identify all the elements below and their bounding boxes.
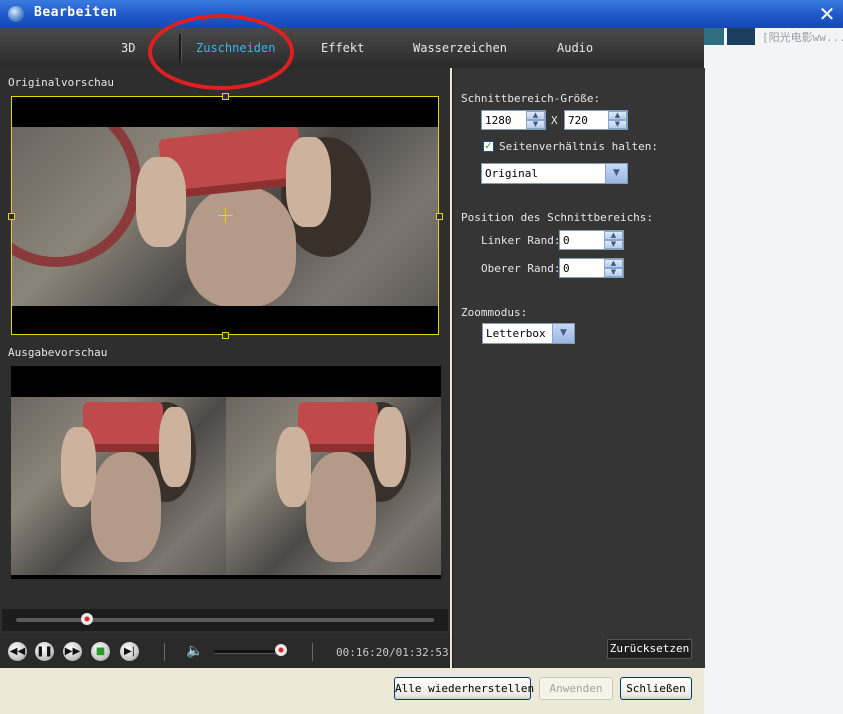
- tab-3d[interactable]: 3D: [121, 41, 135, 55]
- stepper-arrows[interactable]: ▲ ▼: [526, 111, 545, 129]
- left-margin-value: 0: [563, 234, 570, 247]
- fast-forward-icon[interactable]: ▶▶: [63, 642, 82, 661]
- ratio-select-value: Original: [485, 167, 538, 180]
- divider: [312, 643, 313, 661]
- output-preview: [11, 366, 441, 579]
- output-preview-label: Ausgabevorschau: [8, 346, 108, 359]
- crop-handle[interactable]: [222, 332, 229, 339]
- close-button[interactable]: Schließen: [620, 677, 692, 700]
- zoom-mode-value: Letterbox: [486, 327, 546, 340]
- app-icon: [8, 6, 24, 22]
- video-frame: [226, 397, 441, 575]
- top-margin-label: Oberer Rand:: [481, 262, 561, 275]
- left-hand: [276, 427, 311, 507]
- original-preview-label: Originalvorschau: [8, 76, 114, 89]
- crop-settings-panel: [452, 68, 705, 668]
- ratio-select[interactable]: Original ▼: [481, 163, 628, 184]
- stop-icon[interactable]: ■: [91, 642, 110, 661]
- chevron-down-icon[interactable]: ▼: [552, 324, 574, 343]
- arrow-down-icon[interactable]: ▼: [604, 240, 623, 249]
- crop-handle[interactable]: [436, 213, 443, 220]
- title-bar: Bearbeiten ✕: [0, 0, 843, 28]
- left-margin-label: Linker Rand:: [481, 234, 561, 247]
- background-window: [阳光电影ww...: [704, 28, 843, 714]
- pause-icon[interactable]: ❚❚: [35, 642, 54, 661]
- window-title: Bearbeiten: [34, 5, 118, 20]
- tab-bar: 3D Zuschneiden Effekt Wasserzeichen Audi…: [0, 28, 704, 68]
- arrow-up-icon[interactable]: ▲: [526, 111, 545, 120]
- keep-ratio-checkbox[interactable]: ✓: [483, 141, 494, 152]
- crop-handle[interactable]: [8, 213, 15, 220]
- seek-thumb[interactable]: [81, 613, 94, 625]
- background-window-text: [阳光电影ww...: [762, 31, 843, 44]
- face: [306, 452, 376, 562]
- size-separator: X: [551, 114, 558, 127]
- video-frame: [11, 397, 226, 575]
- arrow-down-icon[interactable]: ▼: [604, 268, 623, 277]
- crop-width-stepper[interactable]: 1280 ▲ ▼: [481, 110, 546, 130]
- restore-all-button[interactable]: Alle wiederherstellen: [394, 677, 534, 700]
- rewind-icon[interactable]: ◀◀: [8, 642, 27, 661]
- left-hand: [61, 427, 96, 507]
- crop-width-value: 1280: [485, 114, 512, 127]
- seek-track[interactable]: [16, 618, 434, 622]
- chevron-down-icon[interactable]: ▼: [605, 164, 627, 183]
- arrow-up-icon[interactable]: ▲: [604, 259, 623, 268]
- face: [91, 452, 161, 562]
- player-controls: ◀◀ ❚❚ ▶▶ ■ ▶| 🔈 00:16:20/01:32:53: [0, 634, 450, 668]
- arrow-up-icon[interactable]: ▲: [608, 111, 627, 120]
- crop-height-value: 720: [568, 114, 588, 127]
- viewmaster-toy: [298, 402, 378, 452]
- seek-bar[interactable]: [2, 609, 448, 631]
- preview-panel: Originalvorschau Ausgabevorschau ◀◀ ❚❚ ▶…: [0, 68, 450, 668]
- crop-center-cross: [225, 208, 226, 223]
- background-thumbnail: [727, 28, 755, 45]
- arrow-up-icon[interactable]: ▲: [604, 231, 623, 240]
- arrow-down-icon[interactable]: ▼: [526, 120, 545, 129]
- right-hand: [374, 407, 406, 487]
- right-hand: [159, 407, 191, 487]
- zoom-mode-select[interactable]: Letterbox ▼: [482, 323, 575, 344]
- background-thumbnail: [704, 28, 724, 45]
- close-icon[interactable]: ✕: [816, 3, 838, 25]
- top-margin-stepper[interactable]: 0 ▲ ▼: [559, 258, 624, 278]
- divider: [164, 643, 165, 661]
- stepper-arrows[interactable]: ▲ ▼: [604, 259, 623, 277]
- volume-thumb[interactable]: [274, 644, 287, 656]
- crop-position-label: Position des Schnittbereichs:: [461, 211, 654, 224]
- tab-wasserzeichen[interactable]: Wasserzeichen: [413, 41, 507, 55]
- tab-audio[interactable]: Audio: [557, 41, 593, 55]
- annotation-circle: [148, 14, 294, 90]
- crop-height-stepper[interactable]: 720 ▲ ▼: [564, 110, 628, 130]
- top-margin-value: 0: [563, 262, 570, 275]
- arrow-down-icon[interactable]: ▼: [608, 120, 627, 129]
- viewmaster-toy: [83, 402, 163, 452]
- crop-handle[interactable]: [222, 93, 229, 100]
- timecode: 00:16:20/01:32:53: [336, 646, 449, 659]
- left-margin-stepper[interactable]: 0 ▲ ▼: [559, 230, 624, 250]
- apply-button[interactable]: Anwenden: [539, 677, 613, 700]
- crop-size-label: Schnittbereich-Größe:: [461, 92, 601, 105]
- next-icon[interactable]: ▶|: [120, 642, 139, 661]
- stepper-arrows[interactable]: ▲ ▼: [604, 231, 623, 249]
- speaker-icon[interactable]: 🔈: [186, 643, 204, 659]
- stepper-arrows[interactable]: ▲ ▼: [608, 111, 627, 129]
- tab-effekt[interactable]: Effekt: [321, 41, 364, 55]
- reset-button[interactable]: Zurücksetzen: [607, 639, 692, 659]
- zoom-mode-label: Zoommodus:: [461, 306, 528, 319]
- keep-ratio-label: Seitenverhältnis halten:: [499, 140, 658, 153]
